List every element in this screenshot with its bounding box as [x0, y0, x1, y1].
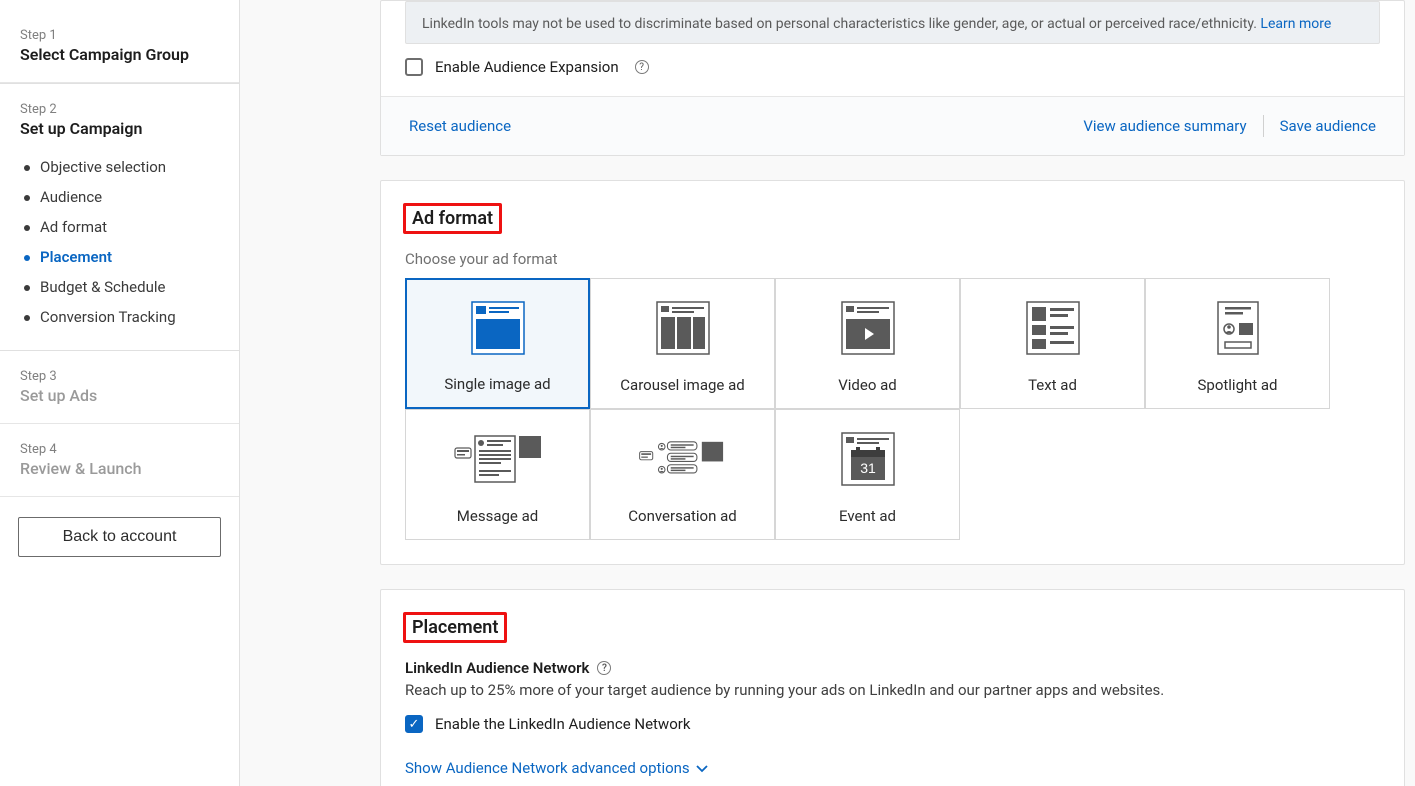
help-icon[interactable]: ?: [597, 661, 611, 675]
format-label: Event ad: [839, 507, 896, 525]
format-label: Single image ad: [444, 375, 550, 393]
ad-format-panel: Ad format Choose your ad format Single i…: [380, 180, 1405, 565]
back-to-account-button[interactable]: Back to account: [18, 517, 221, 557]
enable-network-row: ✓ Enable the LinkedIn Audience Network: [405, 709, 1380, 739]
format-message[interactable]: Message ad: [405, 409, 590, 540]
notice-text: LinkedIn tools may not be used to discri…: [422, 16, 1260, 32]
format-carousel[interactable]: Carousel image ad: [590, 278, 775, 409]
format-text[interactable]: Text ad: [960, 278, 1145, 409]
help-icon[interactable]: ?: [635, 60, 649, 74]
event-ad-icon: 31: [841, 410, 895, 507]
substep-objective[interactable]: Objective selection: [20, 152, 219, 182]
video-icon: [841, 279, 895, 376]
format-label: Spotlight ad: [1197, 376, 1277, 394]
reset-audience-link[interactable]: Reset audience: [409, 117, 511, 135]
step-2-block: Step 2 Set up Campaign Objective selecti…: [0, 83, 239, 351]
spotlight-icon: [1211, 279, 1265, 376]
ad-format-subheading: Choose your ad format: [405, 250, 1380, 268]
audience-panel-footer: Reset audience View audience summary Sav…: [381, 96, 1404, 155]
step-2-label: Step 2: [20, 102, 219, 117]
step-4-title: Review & Launch: [20, 459, 219, 478]
audience-network-title-row: LinkedIn Audience Network ?: [405, 659, 1380, 677]
audience-expansion-label: Enable Audience Expansion: [435, 58, 619, 76]
step-3-block[interactable]: Step 3 Set up Ads: [0, 351, 239, 424]
substep-ad-format[interactable]: Ad format: [20, 212, 219, 242]
advanced-options-text: Show Audience Network advanced options: [405, 759, 690, 777]
audience-network-desc: Reach up to 25% more of your target audi…: [405, 681, 1380, 699]
substep-budget[interactable]: Budget & Schedule: [20, 272, 219, 302]
main-area: LinkedIn tools may not be used to discri…: [240, 0, 1415, 786]
substeps-list: Objective selection Audience Ad format P…: [20, 152, 219, 332]
substep-audience[interactable]: Audience: [20, 182, 219, 212]
step-1-title: Select Campaign Group: [20, 45, 219, 64]
format-label: Video ad: [838, 376, 897, 394]
step-4-label: Step 4: [20, 442, 219, 457]
placement-panel: Placement LinkedIn Audience Network ? Re…: [380, 589, 1405, 786]
step-1-block[interactable]: Step 1 Select Campaign Group: [0, 10, 239, 83]
ad-format-grid: Single image ad Carousel image ad: [405, 278, 1330, 540]
substep-placement[interactable]: Placement: [20, 242, 219, 272]
substep-conversion[interactable]: Conversion Tracking: [20, 302, 219, 332]
single-image-icon: [471, 280, 525, 375]
message-ad-icon: [453, 410, 543, 507]
advanced-options-link[interactable]: Show Audience Network advanced options: [405, 759, 708, 777]
step-1-label: Step 1: [20, 28, 219, 43]
text-ad-icon: [1026, 279, 1080, 376]
svg-text:31: 31: [860, 460, 876, 476]
format-label: Carousel image ad: [620, 376, 744, 394]
format-single-image[interactable]: Single image ad: [405, 278, 590, 409]
format-label: Text ad: [1028, 376, 1077, 394]
step-4-block[interactable]: Step 4 Review & Launch: [0, 424, 239, 497]
footer-divider: [1263, 115, 1264, 137]
discrimination-notice: LinkedIn tools may not be used to discri…: [405, 1, 1380, 44]
learn-more-link[interactable]: Learn more: [1260, 16, 1331, 32]
format-spotlight[interactable]: Spotlight ad: [1145, 278, 1330, 409]
format-event[interactable]: 31 Event ad: [775, 409, 960, 540]
step-2-title: Set up Campaign: [20, 119, 219, 138]
audience-expansion-row: Enable Audience Expansion ?: [381, 44, 1404, 96]
sidebar: Step 1 Select Campaign Group Step 2 Set …: [0, 0, 240, 786]
conversation-ad-icon: [638, 410, 728, 507]
format-label: Conversation ad: [628, 507, 736, 525]
placement-heading: Placement: [403, 612, 507, 643]
format-label: Message ad: [457, 507, 538, 525]
enable-network-checkbox[interactable]: ✓: [405, 715, 423, 733]
save-audience-link[interactable]: Save audience: [1280, 117, 1376, 135]
view-audience-summary-link[interactable]: View audience summary: [1083, 117, 1246, 135]
ad-format-heading: Ad format: [403, 203, 502, 234]
step-3-title: Set up Ads: [20, 386, 219, 405]
chevron-down-icon: [696, 759, 708, 777]
audience-panel: LinkedIn tools may not be used to discri…: [380, 0, 1405, 156]
carousel-icon: [656, 279, 710, 376]
format-conversation[interactable]: Conversation ad: [590, 409, 775, 540]
audience-network-title: LinkedIn Audience Network: [405, 659, 589, 677]
audience-expansion-checkbox[interactable]: [405, 58, 423, 76]
format-video[interactable]: Video ad: [775, 278, 960, 409]
enable-network-label: Enable the LinkedIn Audience Network: [435, 715, 690, 733]
step-3-label: Step 3: [20, 369, 219, 384]
